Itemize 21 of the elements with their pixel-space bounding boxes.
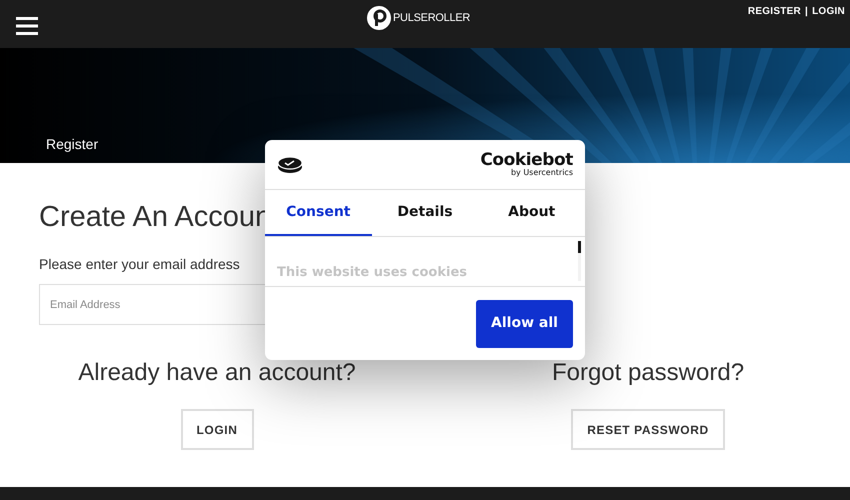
logo-icon: [367, 6, 391, 30]
tab[interactable]: Details: [372, 190, 478, 236]
logo-text: PULSEROLLER: [393, 10, 470, 26]
body-text: This website uses cookies: [277, 264, 468, 282]
tab[interactable]: About: [478, 190, 586, 236]
reset-password-button[interactable]: RESET PASSWORD: [571, 409, 725, 450]
separator: |: [805, 5, 808, 19]
section-title: Already have an account?: [78, 358, 356, 388]
register-link[interactable]: REGISTER: [748, 4, 802, 19]
tab[interactable]: Consent: [265, 190, 372, 236]
brand-subtitle: by Usercentrics: [510, 169, 573, 177]
menu-icon[interactable]: [16, 17, 38, 35]
allow-all-button[interactable]: Allow all: [476, 300, 573, 348]
cookie-icon: [277, 156, 303, 174]
section-title: Forgot password?: [552, 358, 744, 388]
field-label: Please enter your email address: [39, 255, 240, 274]
brand-logo: Cookiebot: [480, 152, 573, 169]
login-link[interactable]: LOGIN: [812, 4, 845, 19]
breadcrumb: Register: [46, 135, 98, 154]
login-button[interactable]: LOGIN: [180, 409, 254, 450]
scrollbar: [578, 241, 581, 281]
